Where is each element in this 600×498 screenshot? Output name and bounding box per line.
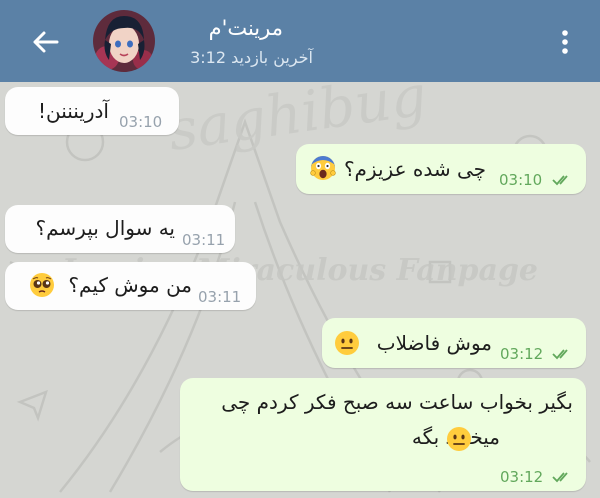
- read-double-check-icon: [552, 472, 568, 483]
- message-text: موش فاضلاب: [376, 331, 492, 355]
- more-vert-icon[interactable]: [551, 27, 579, 57]
- message-text: یه سوال بپرسم؟: [35, 216, 175, 240]
- last-seen-status: آخرین بازدید 3:12: [190, 48, 313, 67]
- message-time: 03:10: [119, 113, 163, 131]
- message-text: چی شده عزیزم؟: [343, 157, 486, 181]
- read-double-check-icon: [552, 349, 568, 360]
- message-bubble-outgoing[interactable]: بگیر بخواب ساعت سه صبح فکر کردم چی میخوا…: [180, 378, 586, 491]
- back-arrow-icon[interactable]: [28, 27, 62, 57]
- contact-name[interactable]: مرینت'م: [163, 14, 283, 42]
- message-bubble-incoming[interactable]: آدرینننن! 03:10: [5, 87, 179, 135]
- chat-header: مرینت'م آخرین بازدید 3:12: [0, 0, 600, 82]
- message-bubble-incoming[interactable]: یه سوال بپرسم؟ 03:11: [5, 205, 235, 253]
- message-time: 03:11: [198, 288, 242, 306]
- avatar[interactable]: [93, 10, 155, 72]
- message-text: آدرینننن!: [37, 99, 109, 123]
- message-time: 03:12: [500, 468, 544, 486]
- message-time: 03:10: [499, 171, 543, 189]
- message-text: من موش کیم؟: [68, 273, 192, 297]
- message-bubble-incoming[interactable]: من موش کیم؟ 03:11: [5, 262, 256, 310]
- read-double-check-icon: [552, 175, 568, 186]
- message-list[interactable]: saghibug Iranian Miraculous Fanpage آدری…: [0, 82, 600, 498]
- message-text-line-1: بگیر بخواب ساعت سه صبح فکر کردم چی: [221, 390, 573, 414]
- pleading-face-emoji: [29, 272, 55, 298]
- message-time: 03:12: [500, 345, 544, 363]
- message-bubble-outgoing[interactable]: موش فاضلاب 03:12: [322, 318, 586, 368]
- message-time: 03:11: [182, 231, 226, 249]
- neutral-face-emoji: [334, 330, 360, 356]
- neutral-face-emoji: [446, 426, 472, 452]
- message-bubble-outgoing[interactable]: چی شده عزیزم؟ 03:10: [296, 144, 586, 194]
- screaming-face-emoji: [310, 155, 336, 181]
